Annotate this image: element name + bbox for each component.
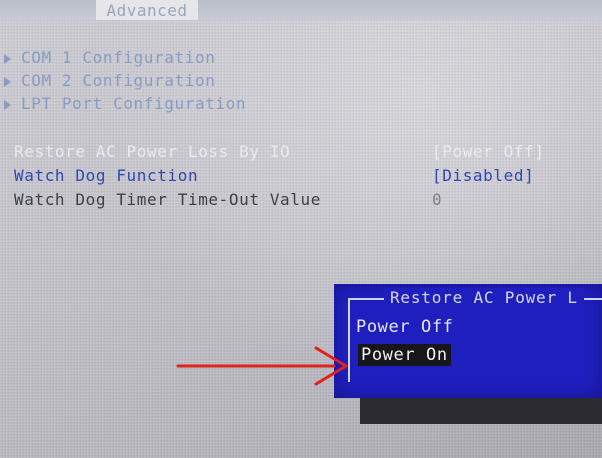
submenu-com2[interactable]: COM 2 Configuration <box>4 69 246 92</box>
submenu-lpt[interactable]: LPT Port Configuration <box>4 92 246 115</box>
menu-bar: Advanced <box>0 0 602 20</box>
popup-title: Restore AC Power L <box>384 288 584 308</box>
setting-value: [Disabled] <box>432 166 535 185</box>
triangle-right-icon <box>4 99 11 110</box>
popup-frame <box>348 298 602 382</box>
setting-restore-ac-power[interactable]: Restore AC Power Loss By IO [Power Off] <box>14 140 574 164</box>
setting-label: Watch Dog Timer Time-Out Value <box>14 190 321 209</box>
settings-list: Restore AC Power Loss By IO [Power Off] … <box>14 140 574 212</box>
popup-shadow <box>360 398 602 424</box>
tab-advanced[interactable]: Advanced <box>96 0 198 20</box>
setting-label: Watch Dog Function <box>14 166 199 185</box>
submenu-com1[interactable]: COM 1 Configuration <box>4 46 246 69</box>
setting-value: [Power Off] <box>432 142 545 161</box>
triangle-right-icon <box>4 76 11 87</box>
setting-label: Restore AC Power Loss By IO <box>14 142 291 161</box>
submenu-label: COM 1 Configuration <box>21 48 216 67</box>
submenu-label: LPT Port Configuration <box>21 94 247 113</box>
submenu-list: COM 1 Configuration COM 2 Configuration … <box>4 46 246 115</box>
setting-value: 0 <box>432 190 443 209</box>
options-popup: Restore AC Power L Power Off Power On <box>334 284 602 398</box>
submenu-label: COM 2 Configuration <box>21 71 216 90</box>
setting-watch-dog-function[interactable]: Watch Dog Function [Disabled] <box>14 164 574 188</box>
option-power-off[interactable]: Power Off <box>356 316 454 338</box>
setting-watch-dog-timeout[interactable]: Watch Dog Timer Time-Out Value 0 <box>14 188 574 212</box>
red-arrow-annotation-icon <box>176 346 348 386</box>
triangle-right-icon <box>4 53 11 64</box>
option-power-on[interactable]: Power On <box>358 344 451 366</box>
